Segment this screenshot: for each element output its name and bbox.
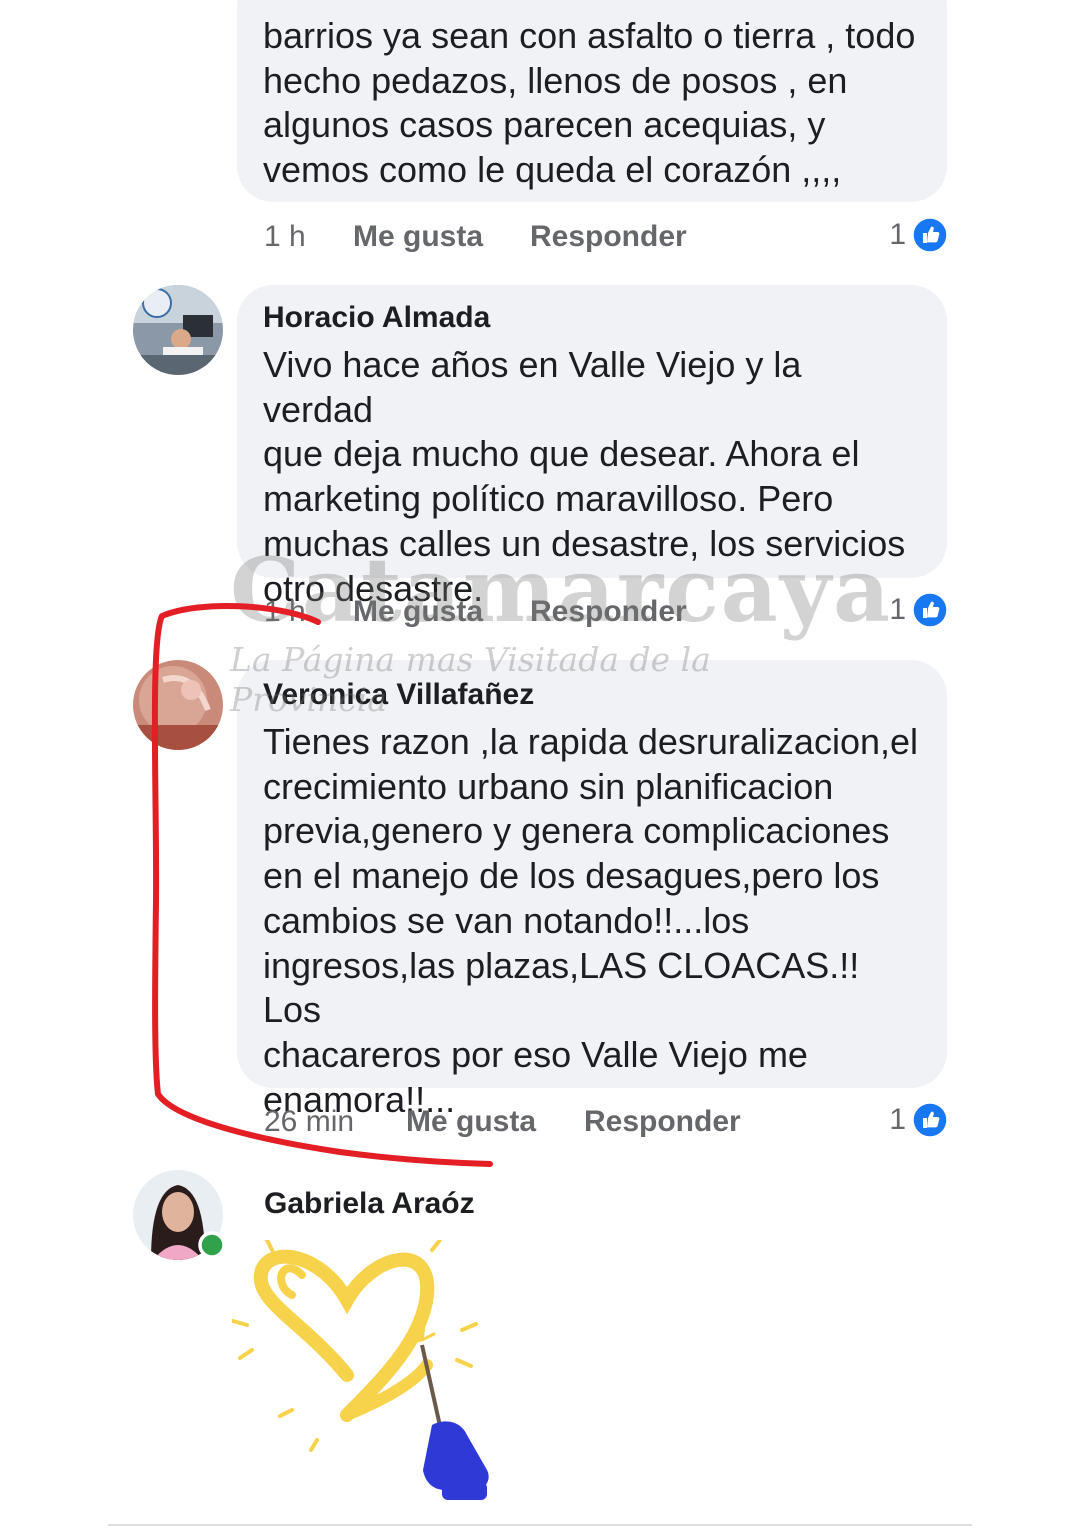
- avatar[interactable]: [133, 660, 223, 750]
- heart-sparkler-sticker-icon[interactable]: [232, 1240, 512, 1510]
- comment-text: Tienes razon ,la rapida desruralizacion,…: [263, 721, 919, 1120]
- like-button[interactable]: Me gusta: [353, 592, 483, 632]
- comment-text: barrios ya sean con asfalto o tierra , t…: [263, 15, 916, 191]
- profile-photo-icon: [133, 660, 223, 750]
- profile-photo-icon: [133, 285, 223, 375]
- comment-bubble: Horacio Almada Vivo hace años en Valle V…: [237, 285, 947, 609]
- like-count: 1: [889, 593, 906, 626]
- reaction-count[interactable]: 1: [878, 1100, 948, 1140]
- comment-time[interactable]: 1 h: [264, 217, 306, 257]
- like-count: 1: [889, 1103, 906, 1136]
- like-thumb-icon: [912, 217, 948, 253]
- like-thumb-icon: [912, 1102, 948, 1138]
- reply-button[interactable]: Responder: [530, 592, 687, 632]
- reply-button[interactable]: Responder: [530, 217, 687, 257]
- reaction-count[interactable]: 1: [878, 215, 948, 255]
- reply-button[interactable]: Responder: [584, 1102, 741, 1142]
- comment-author[interactable]: Veronica Villafañez: [263, 678, 921, 712]
- comment-time[interactable]: 26 min: [264, 1102, 354, 1142]
- reaction-count[interactable]: 1: [878, 590, 948, 630]
- comment-author[interactable]: Horacio Almada: [263, 301, 921, 335]
- comment-author[interactable]: Gabriela Araóz: [264, 1187, 475, 1221]
- comment-time[interactable]: 1 h: [264, 592, 306, 632]
- divider: [108, 1524, 972, 1526]
- like-thumb-icon: [912, 592, 948, 628]
- like-button[interactable]: Me gusta: [353, 217, 483, 257]
- comment-bubble: Veronica Villafañez Tienes razon ,la rap…: [237, 660, 947, 1120]
- comment-text: Vivo hace años en Valle Viejo y la verda…: [263, 344, 906, 609]
- online-status-icon: [198, 1231, 226, 1259]
- avatar[interactable]: [133, 285, 223, 375]
- comment-bubble: barrios ya sean con asfalto o tierra , t…: [237, 0, 947, 202]
- like-button[interactable]: Me gusta: [406, 1102, 536, 1142]
- like-count: 1: [889, 218, 906, 251]
